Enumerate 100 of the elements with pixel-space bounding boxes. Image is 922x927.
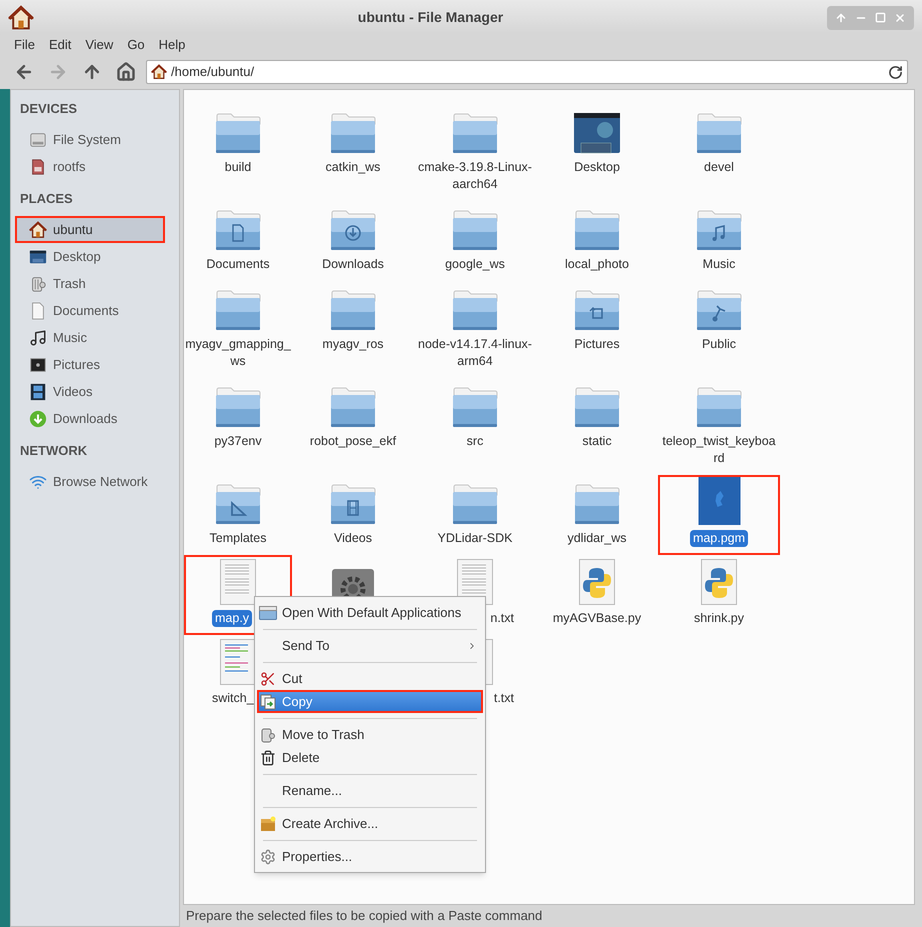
trash-icon: [260, 726, 276, 742]
context-menu-item[interactable]: Properties...: [257, 845, 483, 868]
item-label[interactable]: Videos: [334, 530, 372, 547]
item-label[interactable]: devel: [704, 159, 734, 176]
item-label[interactable]: Downloads: [322, 256, 384, 273]
sidebar-item[interactable]: Browse Network: [11, 468, 179, 495]
path-input[interactable]: /home/ubuntu/: [171, 62, 884, 82]
folder-icon: [695, 209, 743, 251]
item-label[interactable]: Desktop: [574, 159, 620, 176]
icon-tile[interactable]: Documents: [184, 201, 292, 281]
context-menu-item[interactable]: Send To: [257, 634, 483, 657]
icon-tile[interactable]: catkin_ws: [292, 104, 414, 201]
icon-tile[interactable]: YDLidar-SDK: [414, 475, 536, 555]
item-label[interactable]: YDLidar-SDK: [437, 530, 513, 547]
item-label[interactable]: local_photo: [565, 256, 629, 273]
item-label[interactable]: Templates: [210, 530, 266, 547]
menu-item[interactable]: Help: [154, 35, 190, 55]
icon-tile[interactable]: cmake-3.19.8-Linux-aarch64: [414, 104, 536, 201]
item-label[interactable]: robot_pose_ekf: [310, 433, 396, 450]
item-label[interactable]: Public: [702, 336, 736, 353]
icon-tile[interactable]: teleop_twist_keyboard: [658, 378, 780, 475]
icon-tile[interactable]: google_ws: [414, 201, 536, 281]
item-label[interactable]: n.txt: [490, 610, 514, 627]
sidebar-item[interactable]: File System: [11, 126, 179, 153]
icon-tile[interactable]: Videos: [292, 475, 414, 555]
sidebar-item[interactable]: Downloads: [11, 405, 179, 432]
item-label[interactable]: Documents: [206, 256, 270, 273]
item-label[interactable]: node-v14.17.4-linux-arm64: [417, 336, 533, 370]
item-label[interactable]: t.txt: [494, 690, 514, 707]
item-label[interactable]: teleop_twist_keyboard: [661, 433, 777, 467]
item-label[interactable]: catkin_ws: [326, 159, 380, 176]
sidebar-item[interactable]: Videos: [11, 378, 179, 405]
icon-tile[interactable]: Pictures: [536, 281, 658, 378]
item-label[interactable]: map.y: [212, 610, 252, 627]
context-menu-item[interactable]: Create Archive...: [257, 812, 483, 835]
menu-item[interactable]: File: [10, 35, 39, 55]
sidebar-item[interactable]: Documents: [11, 297, 179, 324]
sidebar-item[interactable]: ubuntu: [15, 216, 165, 243]
icon-tile[interactable]: myagv_gmapping_ws: [184, 281, 292, 378]
sd-card-icon: [29, 158, 47, 176]
icon-tile[interactable]: devel: [658, 104, 780, 201]
location-field[interactable]: /home/ubuntu/: [146, 60, 908, 84]
icon-tile[interactable]: ydlidar_ws: [536, 475, 658, 555]
context-menu-item[interactable]: Cut: [257, 667, 483, 690]
icon-tile[interactable]: Downloads: [292, 201, 414, 281]
trash-can-icon: [260, 750, 276, 766]
folder-icon: [329, 209, 377, 251]
item-label[interactable]: static: [582, 433, 612, 450]
sidebar-item[interactable]: Music: [11, 324, 179, 351]
icon-tile[interactable]: py37env: [184, 378, 292, 475]
sidebar-item[interactable]: Trash: [11, 270, 179, 297]
icon-tile[interactable]: local_photo: [536, 201, 658, 281]
menu-item[interactable]: View: [81, 35, 118, 55]
sidebar-heading: DEVICES: [19, 100, 78, 118]
menu-item[interactable]: Go: [123, 35, 149, 55]
sidebar-item[interactable]: Pictures: [11, 351, 179, 378]
sidebar-item[interactable]: rootfs: [11, 153, 179, 180]
item-label[interactable]: ydlidar_ws: [567, 530, 627, 547]
icon-tile[interactable]: Templates: [184, 475, 292, 555]
context-menu-item[interactable]: Copy: [257, 690, 483, 713]
download-icon: [29, 410, 47, 428]
sidebar-item[interactable]: Desktop: [11, 243, 179, 270]
item-label[interactable]: py37env: [214, 433, 262, 450]
context-menu-item[interactable]: Rename...: [257, 779, 483, 802]
icon-tile[interactable]: Desktop: [536, 104, 658, 201]
item-label[interactable]: myagv_ros: [322, 336, 384, 353]
icon-tile[interactable]: Public: [658, 281, 780, 378]
icon-tile[interactable]: static: [536, 378, 658, 475]
icon-tile[interactable]: build: [184, 104, 292, 201]
item-label[interactable]: Pictures: [574, 336, 620, 353]
icon-tile[interactable]: robot_pose_ekf: [292, 378, 414, 475]
folder-icon: [214, 112, 262, 154]
reload-icon[interactable]: [888, 64, 903, 80]
maximize-icon[interactable]: [875, 12, 886, 23]
icon-tile[interactable]: node-v14.17.4-linux-arm64: [414, 281, 536, 378]
item-label[interactable]: shrink.py: [694, 610, 744, 627]
item-label[interactable]: switch_: [212, 690, 254, 707]
image-file-icon: [698, 477, 740, 525]
back-arrow-icon: [14, 62, 34, 82]
item-label[interactable]: map.pgm: [690, 530, 748, 547]
icon-tile[interactable]: src: [414, 378, 536, 475]
item-label[interactable]: myagv_gmapping_ws: [184, 336, 292, 370]
item-label[interactable]: myAGVBase.py: [552, 610, 642, 627]
shade-icon[interactable]: [835, 12, 847, 24]
icon-tile[interactable]: myagv_ros: [292, 281, 414, 378]
icon-tile[interactable]: shrink.py: [658, 555, 780, 635]
context-menu-item[interactable]: Move to Trash: [257, 723, 483, 746]
item-label[interactable]: src: [466, 433, 484, 450]
icon-tile[interactable]: myAGVBase.py: [536, 555, 658, 635]
close-icon[interactable]: [894, 12, 906, 24]
item-label[interactable]: cmake-3.19.8-Linux-aarch64: [417, 159, 533, 193]
picture-icon: [29, 356, 47, 374]
item-label[interactable]: google_ws: [445, 256, 505, 273]
item-label[interactable]: Music: [702, 256, 736, 273]
context-menu-item[interactable]: Open With Default Applications: [257, 601, 483, 624]
menu-item[interactable]: Edit: [44, 35, 76, 55]
icon-tile[interactable]: Music: [658, 201, 780, 281]
icon-tile[interactable]: map.pgm: [658, 475, 780, 555]
context-menu-item[interactable]: Delete: [257, 746, 483, 769]
item-label[interactable]: build: [224, 159, 252, 176]
